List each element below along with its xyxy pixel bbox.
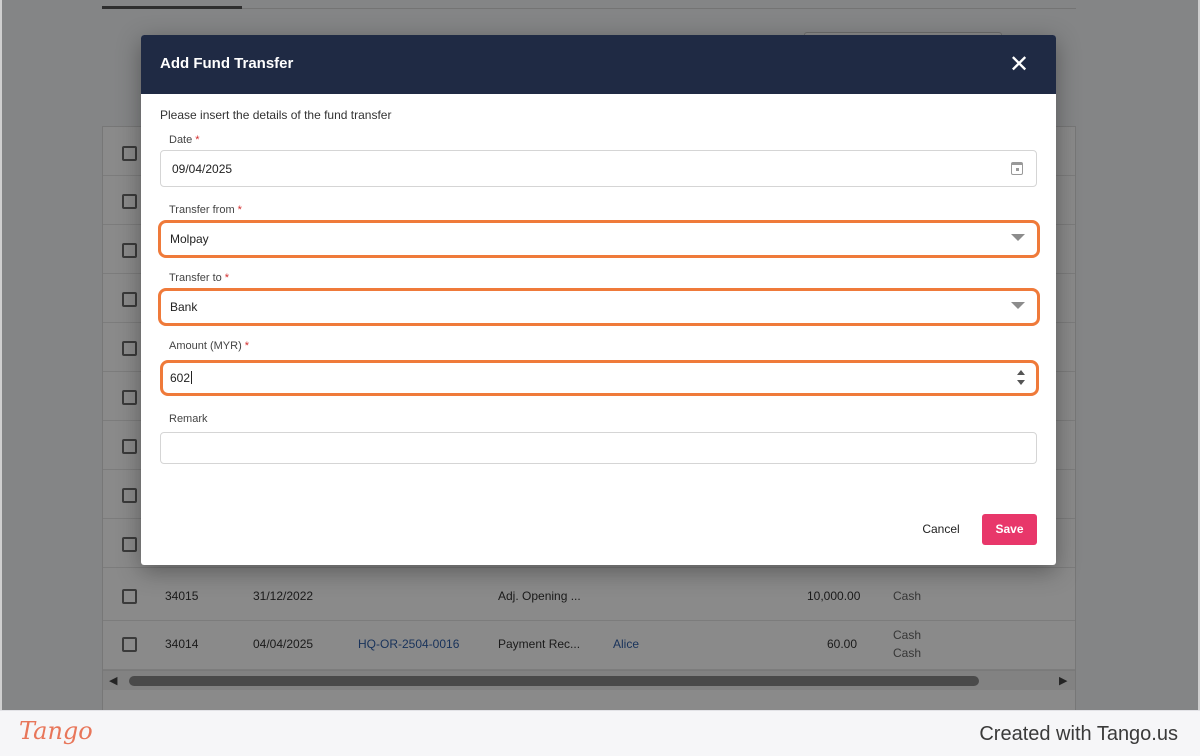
dialog-subtitle: Please insert the details of the fund tr… [160, 108, 392, 122]
amount-value: 602 [170, 371, 193, 385]
close-icon[interactable]: ✕ [1007, 53, 1031, 77]
cancel-button[interactable]: Cancel [911, 515, 971, 543]
chevron-down-icon[interactable] [1011, 234, 1025, 241]
date-value: 09/04/2025 [172, 162, 233, 176]
tango-logo: Tango [19, 717, 93, 745]
transfer-to-select[interactable]: Bank [158, 288, 1040, 326]
calendar-icon[interactable] [1011, 162, 1023, 175]
save-button[interactable]: Save [982, 514, 1037, 545]
transfer-to-label: Transfer to * [169, 272, 230, 284]
amount-input[interactable]: 602 [160, 360, 1039, 396]
transfer-from-select[interactable]: Molpay [158, 220, 1040, 258]
remark-label: Remark [169, 413, 208, 425]
transfer-from-label: Transfer from * [169, 204, 242, 216]
created-with-text: Created with Tango.us [979, 723, 1178, 745]
stepper-icon[interactable] [1016, 368, 1026, 390]
transfer-to-value: Bank [170, 300, 198, 314]
required-mark: * [224, 272, 230, 284]
tango-footer: Tango Created with Tango.us [0, 710, 1200, 756]
required-mark: * [244, 340, 250, 352]
chevron-down-icon[interactable] [1011, 302, 1025, 309]
required-mark: * [237, 204, 242, 216]
remark-input[interactable] [160, 432, 1037, 464]
add-fund-transfer-dialog: Add Fund Transfer ✕ Please insert the de… [141, 35, 1056, 565]
required-mark: * [195, 134, 200, 146]
date-label: Date * [169, 134, 200, 146]
text-cursor [191, 371, 193, 384]
amount-label: Amount (MYR) * [169, 340, 250, 352]
transfer-from-value: Molpay [170, 232, 209, 246]
dialog-header: Add Fund Transfer ✕ [141, 35, 1056, 94]
dialog-title: Add Fund Transfer [160, 55, 294, 72]
date-field[interactable]: 09/04/2025 [160, 150, 1037, 187]
